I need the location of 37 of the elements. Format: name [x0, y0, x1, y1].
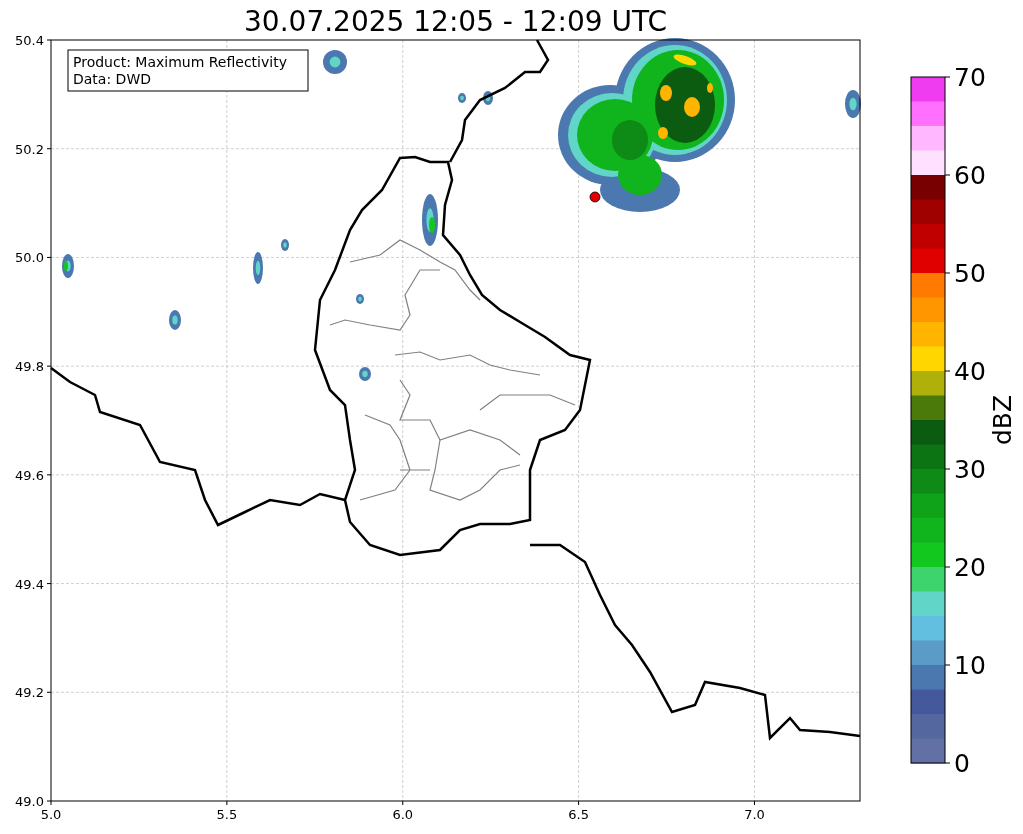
legend-text: Data: DWD: [73, 71, 151, 87]
radar-echo: [253, 252, 263, 284]
colorbar-label: dBZ: [988, 394, 1017, 446]
axis-tick-label: 7.0: [744, 807, 765, 822]
radar-echo: [483, 91, 493, 105]
axis-tick-label: 49.6: [15, 467, 44, 483]
colorbar-tick-label: 50: [954, 259, 986, 288]
axis-tick-label: 5.0: [40, 807, 62, 822]
axis-tick-label: 6.5: [568, 807, 589, 822]
colorbar-tick-label: 40: [954, 357, 986, 386]
radar-echo: [169, 310, 181, 330]
legend-text: Product: Maximum Reflectivity: [73, 54, 287, 70]
axis-tick-label: 49.2: [15, 685, 44, 701]
axis-tick-label: 49.4: [15, 576, 44, 592]
radar-echo: [62, 254, 74, 278]
radar-echo: [458, 93, 466, 103]
colorbar-tick-label: 30: [954, 455, 986, 484]
axis-tick-label: 50.2: [15, 141, 44, 157]
colorbar-tick-label: 20: [954, 553, 986, 582]
axis-tick-label: 50.0: [15, 250, 44, 266]
colorbar-tick-label: 10: [954, 651, 986, 680]
colorbar-tick-label: 60: [954, 161, 986, 190]
axis-tick-label: 49.8: [15, 359, 44, 375]
axis-tick-label: 5.5: [216, 807, 238, 822]
radar-echo: [359, 367, 371, 381]
colorbar-tick-label: 70: [954, 63, 986, 92]
radar-echo: [422, 194, 438, 246]
axis-tick-label: 49.0: [15, 794, 44, 809]
axis-tick-label: 6.0: [392, 807, 414, 822]
radar-echo: [281, 239, 289, 251]
radar-echo: [323, 50, 347, 74]
radar-echo: [845, 90, 861, 118]
colorbar-tick-label: 0: [954, 749, 970, 778]
location-marker: [589, 191, 601, 203]
axis-tick-label: 50.4: [15, 33, 44, 48]
chart-title: 30.07.2025 12:05 - 12:09 UTC: [244, 5, 667, 38]
radar-echo: [356, 294, 364, 304]
